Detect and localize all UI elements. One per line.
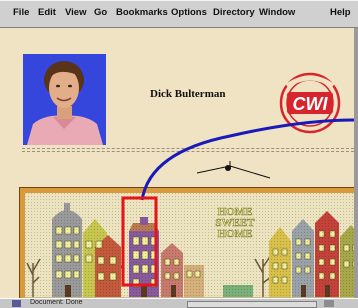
hanging-mobile bbox=[196, 161, 271, 179]
menu-directory[interactable]: Directory bbox=[213, 7, 255, 18]
menu-file[interactable]: File bbox=[13, 7, 29, 18]
menu-edit[interactable]: Edit bbox=[38, 7, 56, 18]
menu-bookmarks[interactable]: Bookmarks bbox=[116, 7, 168, 18]
page-overlay bbox=[121, 118, 354, 287]
mobile-weight bbox=[225, 165, 231, 171]
link-curve bbox=[140, 118, 354, 201]
menu-view[interactable]: View bbox=[65, 7, 86, 18]
status-text: Document: Done bbox=[30, 299, 83, 306]
network-status-icon bbox=[324, 300, 334, 307]
page-content: Dick Bulterman CWI HOME SWEET HOME bbox=[0, 28, 354, 298]
menu-go[interactable]: Go bbox=[94, 7, 107, 18]
selection-box[interactable] bbox=[121, 196, 158, 287]
menu-bar: File Edit View Go Bookmarks Options Dire… bbox=[0, 0, 358, 28]
vertical-scrollbar[interactable] bbox=[354, 28, 358, 298]
security-key-icon bbox=[12, 300, 21, 307]
menu-options[interactable]: Options bbox=[171, 7, 207, 18]
menu-help[interactable]: Help bbox=[330, 7, 351, 18]
menu-window[interactable]: Window bbox=[259, 7, 295, 18]
